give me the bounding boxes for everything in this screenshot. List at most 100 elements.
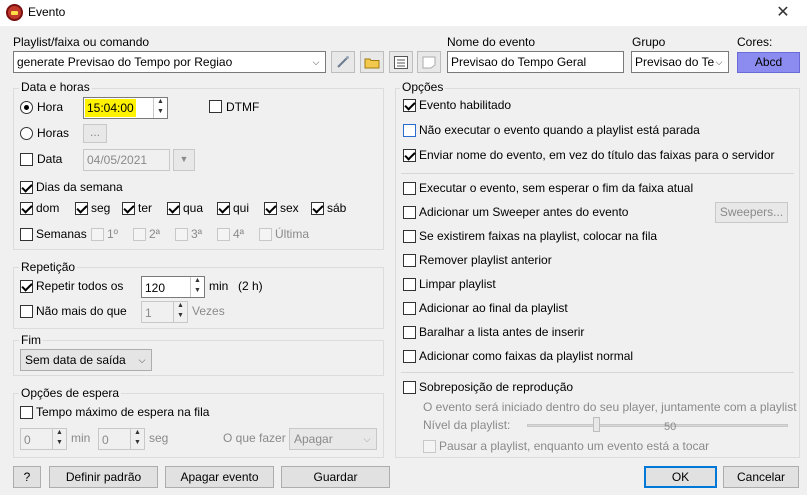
wait-min-spinner[interactable]: ▲ ▼ <box>52 429 66 449</box>
day-checkbox-qua[interactable] <box>167 202 180 215</box>
wait-seg-unit: seg <box>149 431 169 445</box>
day-label-sex: sex <box>280 201 299 215</box>
repeat-every-checkbox[interactable] <box>20 280 33 293</box>
spin-down-icon[interactable]: ▼ <box>131 439 144 449</box>
repeat-max-spinner[interactable]: ▲ ▼ <box>173 302 187 322</box>
delete-event-button[interactable]: Apagar evento <box>165 466 274 488</box>
max-wait-checkbox[interactable] <box>20 406 33 419</box>
group-combo[interactable]: Previsao do Te ⌵ <box>631 51 729 73</box>
option-send-event-name-label: Enviar nome do evento, em vez do título … <box>419 148 775 162</box>
spin-up-icon[interactable]: ▲ <box>53 429 66 439</box>
horas-label: Horas <box>37 126 70 140</box>
wait-seg-input[interactable]: 0 ▲ ▼ <box>98 428 145 450</box>
repeat-every-value: 120 <box>145 281 166 295</box>
colors-button[interactable]: Abcd <box>737 52 800 73</box>
repeat-max-checkbox[interactable] <box>20 305 33 318</box>
cancel-button[interactable]: Cancelar <box>723 466 799 488</box>
option-no-wait-checkbox[interactable] <box>403 182 416 195</box>
repeat-every-hint: (2 h) <box>238 279 263 293</box>
option-shuffle-checkbox[interactable] <box>403 326 416 339</box>
end-select[interactable]: Sem data de saída ⌵ <box>20 349 152 371</box>
playlist-list-button[interactable] <box>389 51 413 73</box>
week-checkbox-3[interactable] <box>175 228 188 241</box>
option-not-when-stopped-checkbox[interactable] <box>403 124 416 137</box>
set-defaults-button[interactable]: Definir padrão <box>49 466 158 488</box>
wand-icon <box>337 56 349 68</box>
data-checkbox[interactable] <box>20 153 33 166</box>
repeat-max-label: Não mais do que <box>36 304 127 318</box>
spin-down-icon[interactable]: ▼ <box>53 439 66 449</box>
week-checkbox-4[interactable] <box>217 228 230 241</box>
repeat-legend: Repetição <box>19 260 78 274</box>
help-button[interactable]: ? <box>13 466 41 488</box>
spin-up-icon[interactable]: ▲ <box>131 429 144 439</box>
edit-command-button[interactable] <box>331 51 355 73</box>
chevron-down-icon: ⌵ <box>715 57 723 67</box>
close-icon[interactable]: ✕ <box>768 2 798 24</box>
wait-min-input[interactable]: 0 ▲ ▼ <box>20 428 67 450</box>
hora-time-input[interactable]: 15:04:00 ▲ ▼ <box>83 97 168 119</box>
week-checkbox-2[interactable] <box>133 228 146 241</box>
option-overlap-checkbox[interactable] <box>403 381 416 394</box>
data-input[interactable]: 04/05/2021 <box>83 149 170 171</box>
option-normal-tracks-checkbox[interactable] <box>403 350 416 363</box>
day-checkbox-sex[interactable] <box>264 202 277 215</box>
repeat-every-input[interactable]: 120 ▲ ▼ <box>141 276 205 298</box>
option-enabled-checkbox[interactable] <box>403 99 416 112</box>
spin-down-icon[interactable]: ▼ <box>174 312 187 322</box>
horas-button[interactable]: ... <box>83 124 107 143</box>
repeat-max-input[interactable]: 1 ▲ ▼ <box>141 301 188 323</box>
ok-button[interactable]: OK <box>644 466 717 488</box>
week-checkbox-1[interactable] <box>91 228 104 241</box>
day-label-dom: dom <box>36 201 60 215</box>
option-enabled-label: Evento habilitado <box>419 98 512 112</box>
spin-up-icon[interactable]: ▲ <box>174 302 187 312</box>
repeat-every-spinner[interactable]: ▲ ▼ <box>190 277 204 297</box>
colors-label: Cores: <box>737 35 773 49</box>
note-button[interactable] <box>417 51 441 73</box>
hora-radio[interactable] <box>20 101 33 114</box>
option-queue-checkbox[interactable] <box>403 230 416 243</box>
spin-up-icon[interactable]: ▲ <box>191 277 204 287</box>
dtmf-checkbox[interactable] <box>209 100 222 113</box>
repeat-every-unit: min <box>209 279 229 293</box>
datetime-group <box>13 88 384 250</box>
option-append-checkbox[interactable] <box>403 302 416 315</box>
wait-action-select[interactable]: Apagar ⌵ <box>289 428 377 450</box>
spin-down-icon[interactable]: ▼ <box>191 287 204 297</box>
option-normal-tracks-label: Adicionar como faixas da playlist normal <box>419 349 634 363</box>
level-slider-track[interactable] <box>527 424 788 427</box>
option-no-wait-label: Executar o evento, sem esperar o fim da … <box>419 181 694 195</box>
hora-spinner[interactable]: ▲ ▼ <box>153 98 167 118</box>
option-remove-previous-checkbox[interactable] <box>403 254 416 267</box>
wait-min-unit: min <box>71 431 91 445</box>
spin-down-icon[interactable]: ▼ <box>154 108 167 118</box>
wait-legend: Opções de espera <box>19 386 122 400</box>
open-folder-button[interactable] <box>360 51 384 73</box>
pause-playlist-checkbox[interactable] <box>423 440 436 453</box>
playlist-command-combo[interactable]: generate Previsao do Tempo por Regiao ⌵ <box>13 51 326 73</box>
day-checkbox-sab[interactable] <box>311 202 324 215</box>
semanas-checkbox[interactable] <box>20 228 33 241</box>
sweepers-button[interactable]: Sweepers... <box>715 202 788 223</box>
day-checkbox-seg[interactable] <box>75 202 88 215</box>
week-checkbox-last[interactable] <box>259 228 272 241</box>
option-remove-previous-label: Remover playlist anterior <box>419 253 552 267</box>
save-button[interactable]: Guardar <box>281 466 390 488</box>
option-send-event-name-checkbox[interactable] <box>403 149 416 162</box>
level-slider-thumb[interactable] <box>593 417 600 432</box>
day-checkbox-ter[interactable] <box>122 202 135 215</box>
title-bar <box>0 0 807 26</box>
app-icon <box>6 4 23 21</box>
day-checkbox-qui[interactable] <box>217 202 230 215</box>
note-icon <box>422 56 436 68</box>
event-name-input[interactable]: Previsao do Tempo Geral <box>447 51 624 73</box>
day-checkbox-dom[interactable] <box>20 202 33 215</box>
calendar-dropdown-icon[interactable]: ▼ <box>173 149 195 171</box>
horas-radio[interactable] <box>20 127 33 140</box>
option-sweeper-checkbox[interactable] <box>403 206 416 219</box>
spin-up-icon[interactable]: ▲ <box>154 98 167 108</box>
weekdays-checkbox[interactable] <box>20 181 33 194</box>
wait-seg-spinner[interactable]: ▲ ▼ <box>130 429 144 449</box>
option-clear-playlist-checkbox[interactable] <box>403 278 416 291</box>
